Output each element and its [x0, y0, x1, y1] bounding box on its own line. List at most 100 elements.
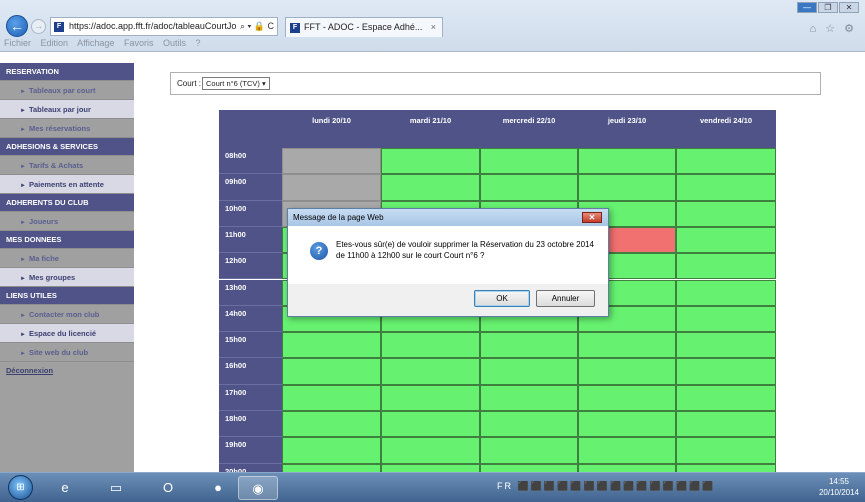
close-window-icon[interactable]: ✕ [839, 2, 859, 13]
unavailable-slot [282, 148, 381, 175]
browser-tab[interactable]: F FFT - ADOC - Espace Adhé... × [285, 17, 443, 37]
sidebar-item-label: Tableaux par court [28, 86, 96, 95]
firefox-taskbar-icon[interactable]: ● [198, 476, 238, 500]
free-slot[interactable] [480, 174, 578, 201]
back-button[interactable]: ← [6, 15, 28, 37]
free-slot[interactable] [282, 332, 381, 359]
free-slot[interactable] [676, 148, 776, 175]
dialog-close-button[interactable]: ✕ [582, 212, 602, 223]
restore-icon[interactable]: ❐ [818, 2, 838, 13]
ie-taskbar-icon[interactable]: e [45, 476, 85, 500]
sidebar-item-espace-du-licencie[interactable]: ► Espace du licencié [0, 324, 134, 343]
hour-label: 09h00 [219, 174, 282, 201]
free-slot[interactable] [480, 358, 578, 385]
free-slot[interactable] [676, 253, 776, 280]
hour-label: 13h00 [219, 279, 282, 306]
folder-taskbar-icon[interactable]: ▭ [96, 476, 136, 500]
sidebar-item-paiements-en-attente[interactable]: ► Paiements en attente [0, 175, 134, 194]
free-slot[interactable] [282, 384, 381, 411]
free-slot[interactable] [480, 332, 578, 359]
browser-chrome: ← → F https://adoc.app.fft.fr/adoc/table… [0, 0, 865, 52]
free-slot[interactable] [282, 358, 381, 385]
language-indicator[interactable]: FR [497, 481, 513, 491]
free-slot[interactable] [676, 305, 776, 333]
free-slot[interactable] [578, 174, 676, 201]
sidebar-item-tableaux-par-jour[interactable]: ► Tableaux par jour [0, 100, 134, 119]
sidebar-item-ma-fiche[interactable]: ► Ma fiche [0, 249, 134, 268]
free-slot[interactable] [381, 174, 480, 201]
sidebar-item-mes-groupes[interactable]: ► Mes groupes [0, 268, 134, 287]
clock[interactable]: 14:55 20/10/2014 [819, 476, 859, 498]
hour-label: 12h00 [219, 253, 282, 280]
free-slot[interactable] [381, 148, 480, 175]
free-slot[interactable] [381, 411, 480, 438]
free-slot[interactable] [676, 332, 776, 359]
free-slot[interactable] [676, 200, 776, 227]
free-slot[interactable] [676, 384, 776, 411]
menu-favoris[interactable]: Favoris [124, 38, 154, 48]
free-slot[interactable] [480, 411, 578, 438]
hour-label: 08h00 [219, 148, 282, 175]
free-slot[interactable] [676, 437, 776, 464]
free-slot[interactable] [578, 148, 676, 175]
free-slot[interactable] [578, 358, 676, 385]
arrow-icon: ► [20, 276, 26, 282]
address-tools[interactable]: ⌕ ▾ 🔒 C [236, 18, 274, 35]
arrow-icon: ► [20, 332, 26, 338]
free-slot[interactable] [676, 174, 776, 201]
free-slot[interactable] [676, 226, 776, 254]
free-slot[interactable] [578, 384, 676, 411]
free-slot[interactable] [381, 358, 480, 385]
free-slot[interactable] [578, 411, 676, 438]
free-slot[interactable] [381, 437, 480, 464]
tab-close-icon[interactable]: × [431, 18, 436, 37]
court-select[interactable]: Court n°6 (TCV) ▾ [202, 77, 270, 91]
sidebar-item-site-web-du-club[interactable]: ► Site web du club [0, 343, 134, 362]
hour-label: 14h00 [219, 305, 282, 333]
menu-fichier[interactable]: Fichier [4, 38, 31, 48]
sidebar-item-tarifs-achats[interactable]: ► Tarifs & Achats [0, 156, 134, 175]
menu-outils[interactable]: Outils [163, 38, 186, 48]
sidebar-section-liens-utiles: LIENS UTILES [0, 287, 134, 305]
sidebar-item-joueurs[interactable]: ► Joueurs [0, 212, 134, 231]
free-slot[interactable] [480, 148, 578, 175]
arrow-icon: ► [20, 257, 26, 263]
free-slot[interactable] [676, 411, 776, 438]
free-slot[interactable] [282, 437, 381, 464]
sidebar-item-mes-reservations[interactable]: ► Mes réservations [0, 119, 134, 138]
free-slot[interactable] [381, 332, 480, 359]
logout-link[interactable]: Déconnexion [0, 362, 134, 380]
address-bar[interactable]: F https://adoc.app.fft.fr/adoc/tableauCo… [50, 17, 278, 36]
free-slot[interactable] [480, 384, 578, 411]
free-slot[interactable] [578, 437, 676, 464]
outlook-taskbar-icon[interactable]: O [148, 476, 188, 500]
start-button[interactable]: ⊞ [8, 475, 33, 500]
free-slot[interactable] [676, 279, 776, 306]
tray-icons[interactable]: ⬛⬛⬛⬛⬛⬛⬛⬛⬛⬛⬛⬛⬛⬛⬛ [518, 481, 716, 491]
menu-edition[interactable]: Edition [41, 38, 69, 48]
confirm-dialog: Message de la page Web ✕ ? Etes-vous sûr… [287, 208, 609, 317]
hour-label: 16h00 [219, 358, 282, 385]
tab-favicon-icon: F [290, 23, 300, 33]
menu-affichage[interactable]: Affichage [77, 38, 114, 48]
sidebar-section-adhesions: ADHESIONS & SERVICES [0, 138, 134, 156]
home-star-gear-icons[interactable]: ⌂ ☆ ⚙ [810, 22, 857, 35]
unavailable-slot [282, 174, 381, 201]
free-slot[interactable] [282, 411, 381, 438]
minimize-icon[interactable]: — [797, 2, 817, 13]
chevron-down-icon: ▾ [261, 79, 266, 89]
free-slot[interactable] [676, 358, 776, 385]
sidebar-item-contacter-mon-club[interactable]: ► Contacter mon club [0, 305, 134, 324]
menu-help[interactable]: ? [196, 38, 201, 48]
active-browser-taskbar-icon[interactable]: ◉ [238, 476, 278, 500]
window-controls: — ❐ ✕ [796, 2, 859, 14]
arrow-icon: ► [20, 313, 26, 319]
cancel-button[interactable]: Annuler [536, 290, 595, 307]
forward-button[interactable]: → [31, 19, 46, 34]
clock-time: 14:55 [828, 477, 849, 486]
free-slot[interactable] [480, 437, 578, 464]
ok-button[interactable]: OK [474, 290, 530, 307]
sidebar-item-tableaux-par-court[interactable]: ► Tableaux par court [0, 81, 134, 100]
free-slot[interactable] [578, 332, 676, 359]
free-slot[interactable] [381, 384, 480, 411]
